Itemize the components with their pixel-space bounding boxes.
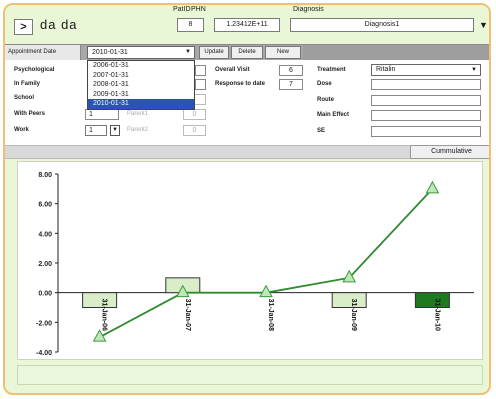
y-tick-label: 4.00 xyxy=(38,231,52,238)
route-label: Route xyxy=(317,97,334,103)
x-tick-label: 31-Jan-09 xyxy=(350,299,357,331)
y-tick-label: 2.00 xyxy=(38,261,52,268)
appointment-date-label: Appointment Date xyxy=(5,45,81,60)
phn-field[interactable]: 1.23412E+11 xyxy=(214,18,280,32)
dose-field[interactable] xyxy=(371,79,481,90)
y-tick-label: -2.00 xyxy=(36,320,52,327)
y-tick-label: -4.00 xyxy=(36,350,52,357)
parent1-label: Parent1 xyxy=(127,111,149,117)
work-select[interactable]: 1 xyxy=(85,125,107,136)
y-tick-label: 6.00 xyxy=(38,202,52,209)
overall-visit-label: Overall Visit xyxy=(215,67,250,73)
dose-label: Dose xyxy=(317,81,332,87)
patient-name: da da xyxy=(40,17,78,32)
response-chart: 8.00 6.00 4.00 2.00 0.00 -2.00 -4.00 31-Jan-06 3… xyxy=(17,161,483,360)
new-button[interactable]: New xyxy=(265,46,301,59)
work-label: Work xyxy=(14,127,29,133)
in-family-field[interactable] xyxy=(195,79,206,90)
x-tick-label: 31-Jan-07 xyxy=(184,299,191,331)
footer-panel xyxy=(17,365,483,385)
chevron-down-icon[interactable]: ▼ xyxy=(471,65,477,75)
in-family-label: In Family xyxy=(14,81,41,87)
header: > da da PatID 8 PHN 1.23412E+11 Diagnosi… xyxy=(5,5,489,42)
response-to-date-label: Response to date xyxy=(215,81,266,87)
appointment-date-select[interactable]: 2010-01-31 ▼ xyxy=(87,46,195,59)
parent1-field[interactable]: 0 xyxy=(183,109,206,120)
x-tick-label: 31-Jan-08 xyxy=(267,299,274,331)
y-tick-label: 0.00 xyxy=(38,291,52,298)
cumulative-line xyxy=(99,188,434,338)
chart-bar xyxy=(82,292,118,309)
app-frame: > da da PatID 8 PHN 1.23412E+11 Diagnosi… xyxy=(3,3,491,395)
update-button[interactable]: Update xyxy=(199,46,229,59)
dropdown-option[interactable]: 2008-01-31 xyxy=(88,80,194,90)
dropdown-option[interactable]: 2007-01-31 xyxy=(88,71,194,81)
school-label: School xyxy=(14,95,35,101)
treatment-select[interactable]: Ritalin ▼ xyxy=(371,64,481,76)
x-tick-label: 31-Jan-06 xyxy=(101,299,108,331)
y-tick-label: 8.00 xyxy=(38,172,52,179)
diagnosis-label: Diagnosis xyxy=(293,6,324,13)
dropdown-option[interactable]: 2009-01-31 xyxy=(88,90,194,100)
treatment-label: Treatment xyxy=(317,67,346,73)
appointment-bar: Appointment Date 2010-01-31 ▼ Update Del… xyxy=(5,44,489,60)
se-field[interactable] xyxy=(371,126,481,137)
patid-label: PatID xyxy=(173,6,191,13)
appointment-date-dropdown[interactable]: 2006-01-31 2007-01-31 2008-01-31 2009-01-31… xyxy=(87,60,195,110)
phn-label: PHN xyxy=(191,6,206,13)
delete-button[interactable]: Delete xyxy=(231,46,263,59)
x-tick-label: 31-Jan-10 xyxy=(433,299,440,331)
dropdown-option[interactable]: 2010-01-31 xyxy=(88,99,194,109)
treatment-value: Ritalin xyxy=(376,66,396,73)
psychological-label: Psychological xyxy=(14,67,55,73)
chart-bar xyxy=(331,292,367,309)
dropdown-option[interactable]: 2006-01-31 xyxy=(88,61,194,71)
main-effect-field[interactable] xyxy=(371,110,481,121)
back-button[interactable]: > xyxy=(14,19,33,35)
with-peers-field[interactable]: 1 xyxy=(85,109,119,120)
parent2-label: Parent2 xyxy=(127,127,149,133)
overall-visit-field[interactable]: 6 xyxy=(279,65,303,76)
tab-strip-filler xyxy=(303,45,489,60)
parent2-field[interactable]: 0 xyxy=(183,125,206,136)
cumulative-button[interactable]: Cummulative xyxy=(410,145,489,159)
route-field[interactable] xyxy=(371,95,481,106)
assessment-form: Psychological In Family School With Peer… xyxy=(5,60,489,145)
chart-svg: 8.00 6.00 4.00 2.00 0.00 -2.00 -4.00 31-Jan-06 3… xyxy=(36,172,474,357)
diagnosis-select[interactable]: Diagnosis1 xyxy=(290,18,474,32)
main-effect-label: Main Effect xyxy=(317,112,350,118)
response-to-date-field[interactable]: 7 xyxy=(279,79,303,90)
se-label: SE xyxy=(317,128,326,134)
with-peers-label: With Peers xyxy=(14,111,45,117)
chevron-down-icon[interactable]: ▼ xyxy=(185,47,191,58)
diagnosis-dropdown-arrow-icon[interactable]: ▼ xyxy=(479,20,488,30)
appointment-date-value: 2010-01-31 xyxy=(92,49,128,56)
work-dropdown-arrow-icon[interactable]: ▼ xyxy=(110,125,120,136)
psychological-field[interactable] xyxy=(195,65,206,76)
patid-field[interactable]: 8 xyxy=(177,18,204,32)
line-marker xyxy=(425,180,440,194)
chart-bar xyxy=(414,292,450,309)
